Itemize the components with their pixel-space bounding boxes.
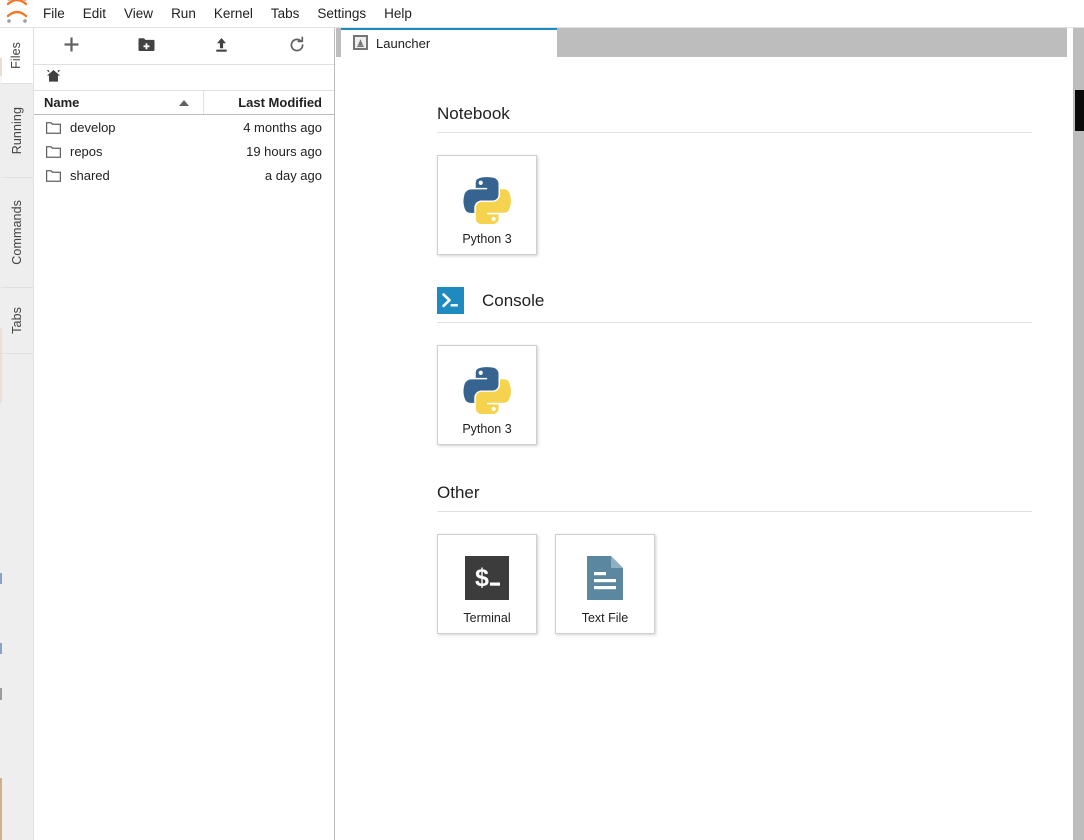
menu-kernel[interactable]: Kernel xyxy=(205,0,262,28)
file-modified: 4 months ago xyxy=(243,119,322,135)
jupyter-logo-icon xyxy=(0,0,34,28)
launcher-card-notebook-python3[interactable]: Python 3 xyxy=(437,155,537,255)
menu-file[interactable]: File xyxy=(34,0,74,28)
tab-launcher-label: Launcher xyxy=(376,36,431,51)
launcher-card-label: Terminal xyxy=(463,611,511,625)
menu-edit[interactable]: Edit xyxy=(74,0,115,28)
launcher-icon xyxy=(353,34,368,53)
folder-icon xyxy=(46,145,61,158)
window-edge-artifact xyxy=(0,28,2,840)
sidebar-tab-files[interactable]: Files xyxy=(0,28,33,84)
launcher-section-notebook: Notebook Python 3 xyxy=(437,57,1032,255)
section-title-other: Other xyxy=(437,483,480,502)
vertical-scrollbar-thumb[interactable] xyxy=(1075,90,1084,131)
launcher-section-console: Console Python 3 xyxy=(437,255,1032,445)
sidebar-tab-running-label: Running xyxy=(9,106,24,155)
section-header-notebook: Notebook xyxy=(437,104,1032,133)
python-logo-icon xyxy=(462,363,512,415)
menu-view[interactable]: View xyxy=(115,0,162,28)
home-icon[interactable] xyxy=(46,69,61,86)
menu-tabs[interactable]: Tabs xyxy=(262,0,309,28)
section-title-console: Console xyxy=(482,290,545,310)
file-list: develop 4 months ago repos 19 hours ago … xyxy=(34,115,334,187)
table-row[interactable]: shared a day ago xyxy=(34,163,334,187)
file-name: shared xyxy=(70,167,110,183)
launcher-card-row-notebook: Python 3 xyxy=(437,155,1032,255)
file-browser-toolbar xyxy=(34,28,334,65)
table-row[interactable]: repos 19 hours ago xyxy=(34,139,334,163)
new-launcher-plus-icon xyxy=(63,36,80,56)
sidebar-tab-tabs-label: Tabs xyxy=(9,307,24,334)
upload-icon xyxy=(213,37,230,56)
dock-tab-bar: Launcher xyxy=(336,28,1084,57)
sidebar-tab-files-label: Files xyxy=(9,42,23,69)
launcher-card-label: Text File xyxy=(581,611,629,625)
launcher-card-row-other: $ Terminal Text File xyxy=(437,534,1032,634)
launcher-card-row-console: Python 3 xyxy=(437,345,1032,445)
menu-run[interactable]: Run xyxy=(162,0,205,28)
tab-launcher[interactable]: Launcher xyxy=(341,28,557,57)
text-file-icon xyxy=(585,552,625,604)
launcher-card-label: Python 3 xyxy=(462,232,512,246)
column-header-last-modified[interactable]: Last Modified xyxy=(204,91,334,114)
file-list-header: Name Last Modified xyxy=(34,91,334,115)
section-header-console: Console xyxy=(437,287,1032,323)
folder-icon xyxy=(46,169,61,182)
file-name: develop xyxy=(70,119,116,135)
svg-text:$: $ xyxy=(475,564,489,592)
launcher-card-text-file[interactable]: Text File xyxy=(555,534,655,634)
launcher-card-console-python3[interactable]: Python 3 xyxy=(437,345,537,445)
menu-settings[interactable]: Settings xyxy=(308,0,375,28)
file-modified: 19 hours ago xyxy=(246,143,322,159)
sidebar-tab-running[interactable]: Running xyxy=(0,84,33,178)
launcher-card-terminal[interactable]: $ Terminal xyxy=(437,534,537,634)
menu-help[interactable]: Help xyxy=(375,0,421,28)
file-name: repos xyxy=(70,143,103,159)
file-modified: a day ago xyxy=(264,167,322,183)
sidebar-tab-commands[interactable]: Commands xyxy=(0,178,33,288)
column-header-name[interactable]: Name xyxy=(34,91,204,114)
section-header-other: Other xyxy=(437,483,1032,512)
refresh-icon xyxy=(288,36,306,57)
section-title-notebook: Notebook xyxy=(437,104,510,123)
main-dock-area: Launcher Notebook Python 3 Console Pytho… xyxy=(336,28,1084,840)
column-header-name-label: Name xyxy=(44,95,80,110)
new-launcher-button[interactable] xyxy=(34,28,109,64)
new-folder-button[interactable] xyxy=(109,28,184,64)
console-prompt-icon xyxy=(437,287,464,314)
upload-files-button[interactable] xyxy=(184,28,259,64)
breadcrumb[interactable] xyxy=(34,65,334,91)
table-row[interactable]: develop 4 months ago xyxy=(34,115,334,139)
sidebar-tab-tabs[interactable]: Tabs xyxy=(0,288,33,354)
launcher-card-label: Python 3 xyxy=(462,422,512,436)
new-folder-icon xyxy=(138,37,155,55)
folder-icon xyxy=(46,121,61,134)
vertical-scrollbar[interactable] xyxy=(1073,28,1084,840)
terminal-icon: $ xyxy=(465,552,509,604)
launcher-panel: Notebook Python 3 Console Python 3 Other… xyxy=(341,57,1078,840)
menu-bar: File Edit View Run Kernel Tabs Settings … xyxy=(0,0,1084,28)
file-browser-panel: Name Last Modified develop 4 months ago … xyxy=(34,28,335,840)
refresh-file-list-button[interactable] xyxy=(259,28,334,64)
launcher-section-other: Other $ Terminal Text File xyxy=(437,445,1032,634)
sort-ascending-caret-icon xyxy=(179,99,189,106)
sidebar-tab-commands-label: Commands xyxy=(9,200,24,265)
left-activity-bar: Files Running Commands Tabs xyxy=(0,28,34,840)
python-logo-icon xyxy=(462,173,512,225)
